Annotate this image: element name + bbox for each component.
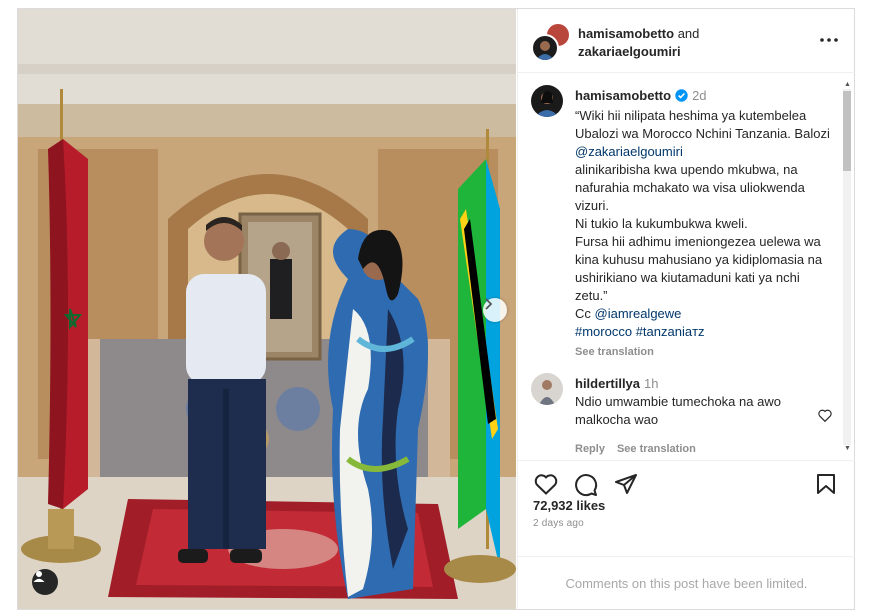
share-icon[interactable] [614, 473, 638, 495]
caption-text: “Wiki hii nilipata heshima ya kutembelea… [575, 107, 831, 341]
post-dialog: hamisamobetto and zakariaelgoumiri hamis… [17, 8, 855, 610]
scrollbar[interactable]: ▲ ▼ [841, 81, 851, 453]
collab-avatars[interactable] [531, 22, 571, 62]
comment-username[interactable]: hildertillya [575, 376, 640, 391]
user-tag-button[interactable] [32, 569, 58, 595]
caption-time: 2d [692, 88, 707, 103]
post-header: hamisamobetto and zakariaelgoumiri [518, 9, 855, 73]
avatar-image [539, 380, 555, 405]
heart-icon[interactable] [534, 473, 558, 495]
chevron-right-icon [485, 298, 493, 310]
more-horizontal-icon[interactable] [819, 31, 839, 49]
user-tag-icon [33, 571, 45, 582]
comment-reply-button[interactable]: Reply [575, 443, 605, 455]
caption-text-part1: “Wiki hii nilipata heshima ya kutembelea… [575, 108, 830, 141]
post-header-usernames: hamisamobetto and zakariaelgoumiri [578, 25, 699, 61]
bookmark-icon[interactable] [816, 473, 836, 495]
next-photo-button[interactable] [483, 298, 507, 322]
header-username-2[interactable]: zakariaelgoumiri [578, 44, 681, 59]
comment-like-icon[interactable] [818, 409, 832, 422]
caption-username[interactable]: hamisamobetto [575, 88, 671, 103]
comment-text: Ndio umwambie tumechoka na awo malkocha … [575, 394, 781, 427]
scroll-up-arrow-icon[interactable]: ▲ [844, 81, 851, 88]
comment-see-translation[interactable]: See translation [617, 443, 696, 455]
caption-cc-mention[interactable]: @iamrealgewe [595, 306, 682, 321]
comment-icon[interactable] [574, 473, 598, 497]
comment-actions: Reply See translation [575, 443, 708, 455]
post-side-panel: hamisamobetto and zakariaelgoumiri hamis… [517, 9, 855, 609]
photo-illustration [18, 9, 516, 609]
comment-time: 1h [644, 376, 659, 391]
caption-hashtags[interactable]: #morocco #tanzaniaтz [575, 324, 705, 339]
comments-scroll-area[interactable]: hamisamobetto 2d “Wiki hii nilipata heshi… [518, 73, 855, 459]
scrollbar-thumb[interactable] [843, 91, 851, 171]
likes-count[interactable]: 72,932 likes [533, 498, 605, 513]
caption-avatar[interactable] [531, 85, 563, 117]
caption-see-translation[interactable]: See translation [575, 343, 831, 361]
post-photo[interactable] [18, 9, 516, 609]
verified-badge-icon [675, 89, 688, 102]
caption-mention[interactable]: @zakariaelgoumiri [575, 144, 683, 159]
comment-avatar[interactable] [531, 373, 563, 405]
header-username-1[interactable]: hamisamobetto [578, 26, 674, 41]
post-date[interactable]: 2 days ago [533, 518, 584, 529]
post-action-bar [518, 460, 855, 501]
caption-body: hamisamobetto 2d “Wiki hii nilipata heshi… [575, 87, 831, 361]
comment-body: hildertillya 1h Ndio umwambie tumechoka n… [575, 375, 795, 429]
avatar-image [536, 41, 554, 60]
avatar-hamisamobetto[interactable] [531, 34, 559, 62]
caption-text-part2: alinikaribisha kwa upendo mkubwa, na naf… [575, 162, 823, 321]
header-and: and [677, 26, 700, 41]
comments-limited-notice: Comments on this post have been limited. [518, 556, 855, 610]
scroll-down-arrow-icon[interactable]: ▼ [844, 445, 851, 452]
avatar-image [535, 91, 559, 117]
